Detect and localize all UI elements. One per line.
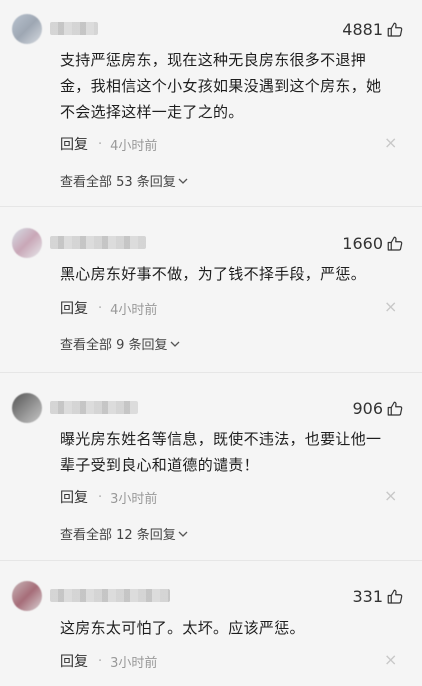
comment-meta: 回复 · 3小时前: [60, 487, 157, 507]
timestamp: 4小时前: [110, 302, 158, 318]
divider: [0, 206, 422, 207]
thumbs-up-icon: [387, 22, 403, 37]
like-count: 4881: [342, 20, 383, 39]
chevron-down-icon: [178, 178, 188, 184]
timestamp: 3小时前: [110, 655, 158, 671]
close-icon[interactable]: ×: [384, 299, 397, 315]
thumbs-up-icon: [387, 401, 403, 416]
like-button[interactable]: 1660: [342, 234, 404, 253]
chevron-down-icon: [170, 341, 180, 347]
comment-meta: 回复 · 4小时前: [60, 134, 157, 154]
reply-button[interactable]: 回复: [60, 298, 88, 318]
avatar[interactable]: [12, 14, 42, 44]
like-button[interactable]: 331: [352, 587, 404, 606]
close-icon[interactable]: ×: [384, 652, 397, 668]
divider: [0, 560, 422, 561]
like-count: 1660: [342, 234, 383, 253]
like-count: 906: [352, 399, 383, 418]
comment-text: 这房东太可怕了。太坏。应该严惩。: [60, 619, 305, 637]
chevron-down-icon: [178, 531, 188, 537]
username-blurred[interactable]: [50, 22, 98, 35]
timestamp: 4小时前: [110, 138, 158, 154]
divider: [0, 372, 422, 373]
avatar[interactable]: [12, 581, 42, 611]
reply-button[interactable]: 回复: [60, 487, 88, 507]
username-blurred[interactable]: [50, 236, 146, 249]
thumbs-up-icon: [387, 236, 403, 251]
close-icon[interactable]: ×: [384, 135, 397, 151]
comment-text: 黑心房东好事不做，为了钱不择手段，严惩。: [60, 265, 367, 283]
like-count: 331: [352, 587, 383, 606]
reply-button[interactable]: 回复: [60, 134, 88, 154]
avatar[interactable]: [12, 393, 42, 423]
view-all-replies-button[interactable]: 查看全部 53 条回复: [60, 171, 188, 190]
timestamp: 3小时前: [110, 491, 158, 507]
view-all-replies-button[interactable]: 查看全部 12 条回复: [60, 524, 188, 543]
comment-text: 支持严惩房东，现在这种无良房东很多不退押 金，我相信这个小女孩如果没遇到这个房东…: [60, 51, 382, 121]
close-icon[interactable]: ×: [384, 488, 397, 504]
username-blurred[interactable]: [50, 401, 138, 414]
avatar[interactable]: [12, 228, 42, 258]
reply-button[interactable]: 回复: [60, 651, 88, 671]
comment-meta: 回复 · 3小时前: [60, 651, 157, 671]
like-button[interactable]: 906: [352, 399, 404, 418]
like-button[interactable]: 4881: [342, 20, 404, 39]
thumbs-up-icon: [387, 589, 403, 604]
username-blurred[interactable]: [50, 589, 170, 602]
comment-text: 曝光房东姓名等信息，既使不违法，也要让他一 辈子受到良心和道德的谴责！: [60, 430, 382, 474]
view-all-replies-button[interactable]: 查看全部 9 条回复: [60, 334, 180, 353]
comment-meta: 回复 · 4小时前: [60, 298, 157, 318]
